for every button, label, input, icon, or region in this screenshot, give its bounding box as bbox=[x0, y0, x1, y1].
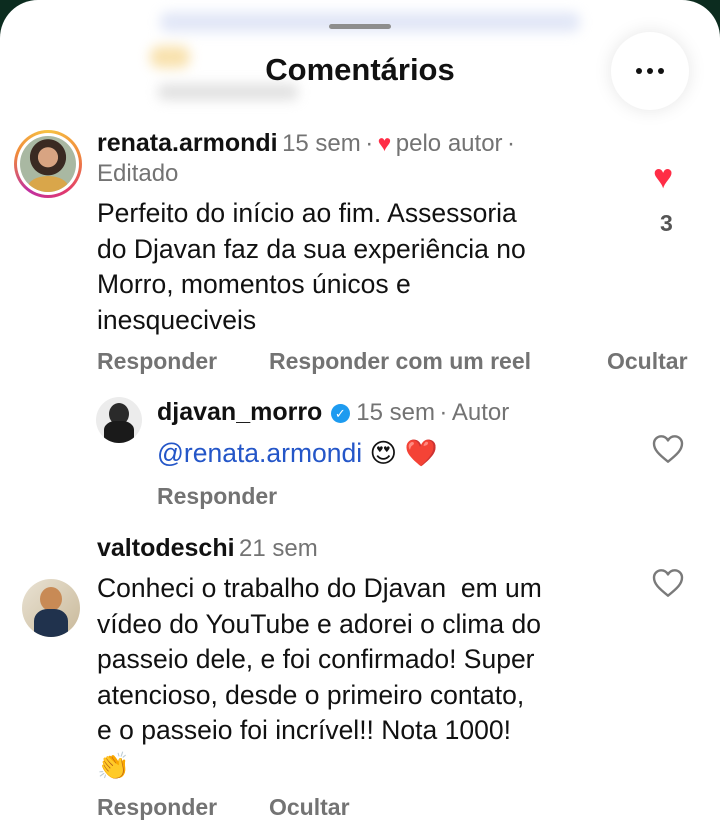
comment-username[interactable]: valtodeschi bbox=[97, 534, 235, 562]
like-outline-heart-icon[interactable] bbox=[652, 434, 684, 464]
more-icon-dot bbox=[636, 68, 642, 74]
more-icon-dot bbox=[658, 68, 664, 74]
avatar-djavan[interactable] bbox=[96, 397, 142, 443]
reply-button[interactable]: Responder bbox=[157, 483, 277, 510]
edited-label: Editado bbox=[97, 160, 179, 187]
reply-time: 15 sem bbox=[356, 399, 435, 426]
hide-button[interactable]: Ocultar bbox=[607, 348, 688, 375]
reply-button[interactable]: Responder bbox=[97, 348, 217, 375]
comments-sheet: Comentários renata.armondi 15 sem · ♥ pe… bbox=[0, 0, 720, 838]
mention-link[interactable]: @renata.armondi bbox=[157, 438, 362, 468]
avatar-valtodeschi[interactable] bbox=[22, 579, 80, 637]
like-heart-icon[interactable]: ♥ bbox=[653, 160, 673, 194]
comment-username[interactable]: renata.armondi bbox=[97, 129, 278, 157]
like-outline-heart-icon[interactable] bbox=[652, 568, 684, 598]
reply-header: djavan_morro ✓ 15 sem · Autor bbox=[157, 398, 510, 426]
like-count: 3 bbox=[660, 210, 673, 236]
drag-handle[interactable] bbox=[329, 24, 391, 29]
verified-badge-icon: ✓ bbox=[330, 404, 350, 423]
reply-text: @renata.armondi 😍 ❤️ bbox=[157, 436, 438, 472]
clapping-hands-emoji: 👏 bbox=[97, 750, 130, 781]
avatar-image bbox=[20, 136, 76, 192]
hide-button[interactable]: Ocultar bbox=[269, 794, 350, 821]
reply-with-reel-button[interactable]: Responder com um reel bbox=[269, 348, 531, 375]
author-label: Autor bbox=[451, 399, 510, 426]
comment-header: renata.armondi 15 sem · ♥ pelo autor · bbox=[97, 129, 515, 157]
comment-text: Conheci o trabalho do Djavan em um vídeo… bbox=[97, 571, 627, 784]
comment-header: valtodeschi 21 sem bbox=[97, 534, 318, 563]
comment-time: 21 sem bbox=[239, 535, 318, 562]
more-options-button[interactable] bbox=[611, 32, 689, 110]
comment-time: 15 sem bbox=[282, 130, 361, 157]
reply-emojis: 😍 ❤️ bbox=[369, 438, 438, 468]
comment-text: Perfeito do início ao fim. Assessoria do… bbox=[97, 198, 526, 335]
reply-username[interactable]: djavan_morro bbox=[157, 398, 322, 426]
liked-by-author-heart-icon: ♥ bbox=[377, 130, 392, 156]
avatar-renata[interactable] bbox=[14, 130, 82, 198]
liked-by-author-label: pelo autor bbox=[395, 130, 503, 157]
reply-button[interactable]: Responder bbox=[97, 794, 217, 821]
more-icon-dot bbox=[647, 68, 653, 74]
